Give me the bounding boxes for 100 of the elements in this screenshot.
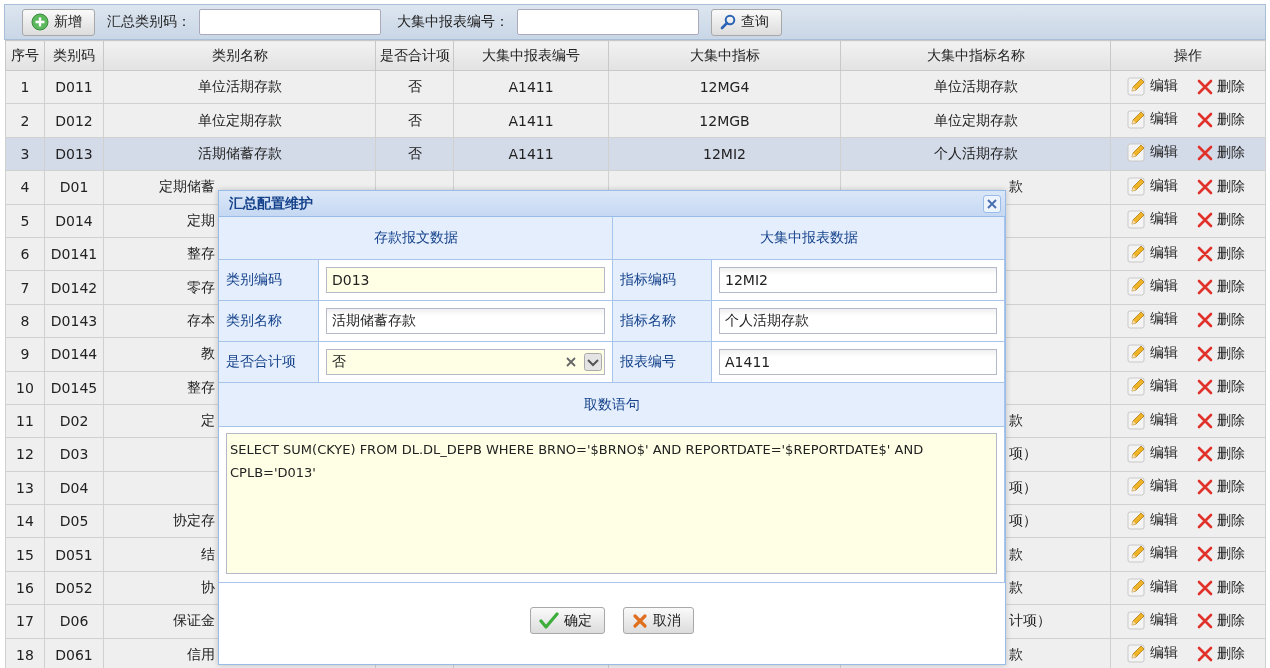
delete-link[interactable]: 删除 (1196, 177, 1245, 196)
input-field[interactable]: 活期储蓄存款 (326, 308, 605, 334)
table-cell: 项） (1009, 512, 1037, 529)
input-field[interactable]: A1411 (719, 349, 997, 375)
table-cell: 定 (201, 412, 215, 429)
pencil-icon (1127, 376, 1147, 397)
delete-link[interactable]: 删除 (1196, 445, 1245, 463)
delete-link[interactable]: 删除 (1196, 645, 1245, 664)
edit-link[interactable]: 编辑 (1127, 142, 1178, 163)
edit-link[interactable]: 编辑 (1127, 276, 1178, 297)
table-cell: 定期 (187, 211, 215, 228)
delete-link[interactable]: 删除 (1196, 611, 1245, 630)
edit-link[interactable]: 编辑 (1127, 175, 1178, 196)
column-header: 序号 (5, 40, 45, 71)
field-label: 指标名称 (620, 312, 676, 330)
column-header: 大集中指标名称 (840, 40, 1111, 71)
edit-link[interactable]: 编辑 (1127, 209, 1178, 230)
delete-link[interactable]: 删除 (1196, 545, 1245, 564)
close-icon (1196, 545, 1214, 564)
edit-link[interactable]: 编辑 (1127, 576, 1178, 597)
table-cell: 项） (1009, 445, 1037, 462)
table-row[interactable]: 3 D013 活期储蓄存款 否 A1411 12MI2 个人活期存款 编辑 删除 (5, 137, 1266, 171)
delete-link[interactable]: 删除 (1196, 77, 1245, 96)
sql-textarea[interactable]: SELECT SUM(CKYE) FROM DL.DL_DEPB WHERE BRNO='$BRNO$' AND REPORTDATE='$REPORTDATE$' AND CPLB='D013' (226, 433, 997, 574)
delete-link[interactable]: 删除 (1196, 111, 1245, 130)
table-cell: 14 (16, 513, 34, 530)
delete-link[interactable]: 删除 (1196, 244, 1245, 263)
edit-link[interactable]: 编辑 (1127, 643, 1178, 664)
table-row[interactable]: 1 D011 单位活期存款 否 A1411 12MG4 单位活期存款 编辑 删除 (5, 70, 1266, 104)
close-button[interactable] (983, 194, 1001, 213)
close-icon (1196, 344, 1214, 363)
table-cell: 个人活期存款 (933, 144, 1018, 161)
delete-link[interactable]: 删除 (1196, 578, 1245, 597)
clear-icon[interactable] (566, 357, 576, 367)
edit-link[interactable]: 编辑 (1127, 609, 1178, 630)
cancel-button[interactable]: 取消 (623, 607, 694, 634)
close-icon (1196, 211, 1214, 230)
ok-button[interactable]: 确定 (530, 607, 605, 634)
filter-label: 大集中报表编号： (397, 13, 509, 31)
table-cell: 17 (16, 613, 34, 630)
table-cell: 7 (20, 279, 30, 296)
table-cell: 12MG4 (699, 79, 750, 96)
table-cell: 活期储蓄存款 (197, 144, 282, 161)
table-cell: 整存 (187, 378, 215, 395)
delete-link[interactable]: 删除 (1196, 411, 1245, 430)
delete-link[interactable]: 删除 (1196, 478, 1245, 497)
pencil-icon (1127, 509, 1147, 530)
table-row[interactable]: 2 D012 单位定期存款 否 A1411 12MGB 单位定期存款 编辑 删除 (5, 103, 1266, 138)
column-header: 大集中报表编号 (453, 40, 609, 71)
input-field[interactable]: 个人活期存款 (719, 308, 997, 334)
table-cell: D011 (55, 79, 93, 96)
pencil-icon (1127, 75, 1147, 96)
delete-link[interactable]: 删除 (1196, 278, 1245, 297)
delete-link[interactable]: 删除 (1196, 311, 1245, 330)
pencil-icon (1127, 175, 1147, 196)
table-cell: D05 (59, 513, 89, 530)
delete-link[interactable]: 删除 (1196, 211, 1245, 230)
table-cell: 整存 (187, 245, 215, 262)
pencil-icon (1127, 109, 1147, 130)
edit-link[interactable]: 编辑 (1127, 342, 1178, 363)
table-cell: D0145 (50, 379, 98, 396)
table-cell: D0143 (50, 312, 98, 329)
edit-link[interactable]: 编辑 (1127, 476, 1178, 497)
table-cell: 2 (20, 112, 30, 129)
dropdown-icon[interactable] (584, 353, 602, 371)
edit-link[interactable]: 编辑 (1127, 242, 1178, 263)
search-button[interactable]: 查询 (711, 8, 782, 36)
close-icon (1196, 77, 1214, 96)
edit-link[interactable]: 编辑 (1127, 409, 1178, 430)
delete-link[interactable]: 删除 (1196, 344, 1245, 363)
table-cell: 8 (20, 312, 30, 329)
edit-link[interactable]: 编辑 (1127, 309, 1178, 330)
delete-link[interactable]: 删除 (1196, 378, 1245, 397)
table-cell: 15 (16, 546, 34, 563)
delete-link[interactable]: 删除 (1196, 144, 1245, 163)
edit-link[interactable]: 编辑 (1127, 109, 1178, 130)
input-field[interactable]: D013 (326, 267, 605, 293)
edit-link[interactable]: 编辑 (1127, 509, 1178, 530)
table-cell: 5 (20, 212, 30, 229)
input-field[interactable]: 12MI2 (719, 267, 997, 293)
pencil-icon (1127, 409, 1147, 430)
edit-link[interactable]: 编辑 (1127, 543, 1178, 564)
section-heading: 存款报文数据 (373, 229, 458, 247)
edit-link[interactable]: 编辑 (1127, 376, 1178, 397)
filter-field[interactable] (517, 9, 699, 35)
combo-field[interactable]: 否 (326, 349, 605, 375)
close-icon (1196, 645, 1214, 664)
filter-field[interactable] (199, 9, 381, 35)
pencil-icon (1127, 609, 1147, 630)
table-cell: D06 (59, 613, 89, 630)
add-button[interactable]: 新增 (22, 8, 95, 36)
edit-link[interactable]: 编辑 (1127, 75, 1178, 96)
edit-link[interactable]: 编辑 (1127, 443, 1178, 463)
close-icon (1196, 578, 1214, 597)
table-cell: D052 (55, 580, 93, 597)
table-cell: 款 (1009, 645, 1023, 662)
table-cell: D04 (59, 479, 89, 496)
table-cell: D014 (55, 212, 93, 229)
delete-link[interactable]: 删除 (1196, 511, 1245, 530)
column-header: 类别名称 (103, 40, 376, 71)
